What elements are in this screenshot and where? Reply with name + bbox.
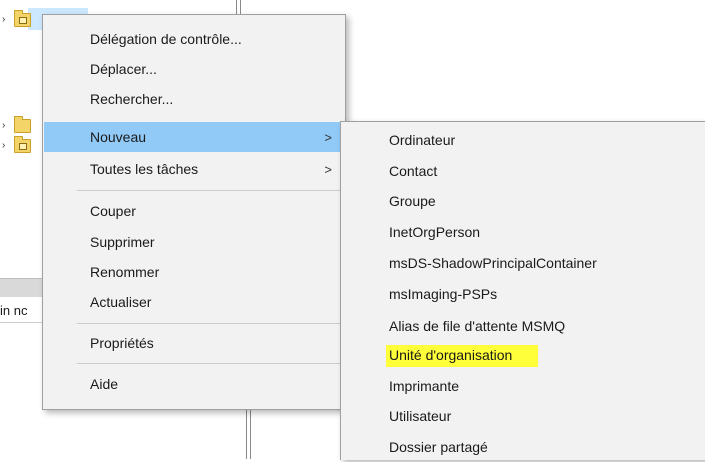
menu-item-label: Aide	[90, 376, 119, 392]
tree-node[interactable]: ›	[0, 136, 31, 156]
ou-folder-icon	[14, 136, 31, 153]
submenu-item-imprimante[interactable]: Imprimante	[342, 370, 705, 401]
menu-item-label: Supprimer	[90, 234, 155, 250]
expand-bullet-icon[interactable]: ›	[2, 141, 10, 151]
menu-item-label: Dossier partagé	[389, 438, 488, 455]
menu-item-label: Alias de file d'attente MSMQ	[389, 317, 566, 334]
submenu-item-dossier-partage[interactable]: Dossier partagé	[342, 431, 705, 462]
submenu-item-unite-organisation[interactable]: Unité d'organisation	[342, 340, 705, 371]
highlighted-menu-item-label: Unité d'organisation	[386, 344, 539, 367]
submenu-item-utilisateur[interactable]: Utilisateur	[342, 400, 705, 431]
tree-node[interactable]: ›	[0, 10, 31, 30]
menu-item-label: Nouveau	[90, 129, 147, 145]
pane-header-strip	[0, 278, 48, 297]
menu-item-toutes-les-taches[interactable]: Toutes les tâches >	[44, 154, 344, 184]
menu-item-label: Ordinateur	[389, 131, 456, 148]
submenu-nouveau: Ordinateur Contact Groupe InetOrgPerson …	[340, 121, 705, 460]
folder-icon	[14, 116, 31, 133]
menu-item-actualiser[interactable]: Actualiser	[44, 287, 344, 317]
menu-item-label: Délégation de contrôle...	[90, 31, 242, 47]
menu-item-label: Contact	[389, 162, 438, 179]
context-menu: Délégation de contrôle... Déplacer... Re…	[42, 14, 346, 410]
menu-item-label: Couper	[90, 203, 136, 219]
submenu-item-msimaging-psps[interactable]: msImaging-PSPs	[342, 278, 705, 309]
menu-item-label: Utilisateur	[389, 407, 452, 424]
menu-item-label: Imprimante	[389, 377, 460, 394]
menu-item-supprimer[interactable]: Supprimer	[44, 227, 344, 257]
ou-folder-icon	[14, 10, 31, 27]
menu-item-label: msImaging-PSPs	[389, 285, 498, 302]
submenu-item-msds-shadowprincipalcontainer[interactable]: msDS-ShadowPrincipalContainer	[342, 247, 705, 278]
menu-separator	[77, 190, 343, 191]
menu-item-proprietes[interactable]: Propriétés	[44, 328, 344, 358]
menu-item-label: Renommer	[90, 264, 160, 280]
menu-separator	[77, 323, 343, 324]
menu-item-nouveau[interactable]: Nouveau >	[44, 122, 344, 152]
menu-item-delegation[interactable]: Délégation de contrôle...	[44, 24, 344, 54]
menu-item-label: Rechercher...	[90, 91, 174, 107]
expand-bullet-icon[interactable]: ›	[2, 121, 10, 131]
menu-item-rechercher[interactable]: Rechercher...	[44, 84, 344, 114]
menu-item-label: Déplacer...	[90, 61, 157, 77]
submenu-item-ordinateur[interactable]: Ordinateur	[342, 124, 705, 155]
menu-item-label: Toutes les tâches	[90, 161, 199, 177]
submenu-item-groupe[interactable]: Groupe	[342, 185, 705, 216]
submenu-item-contact[interactable]: Contact	[342, 155, 705, 186]
menu-item-couper[interactable]: Couper	[44, 196, 344, 226]
submenu-arrow-icon: >	[324, 161, 332, 177]
menu-item-renommer[interactable]: Renommer	[44, 257, 344, 287]
tree-node[interactable]: ›	[0, 116, 31, 136]
menu-item-deplacer[interactable]: Déplacer...	[44, 54, 344, 84]
menu-item-label: Groupe	[389, 192, 436, 209]
menu-item-label: InetOrgPerson	[389, 223, 481, 240]
submenu-arrow-icon: >	[324, 129, 332, 145]
menu-item-label: msDS-ShadowPrincipalContainer	[389, 254, 597, 271]
submenu-item-alias-msmq[interactable]: Alias de file d'attente MSMQ	[342, 310, 705, 341]
menu-item-aide[interactable]: Aide	[44, 369, 344, 399]
menu-item-label: Propriétés	[90, 335, 154, 351]
submenu-item-inetorgperson[interactable]: InetOrgPerson	[342, 216, 705, 247]
menu-item-label: Actualiser	[90, 294, 152, 310]
expand-bullet-icon[interactable]: ›	[2, 15, 10, 25]
menu-separator	[77, 363, 343, 364]
